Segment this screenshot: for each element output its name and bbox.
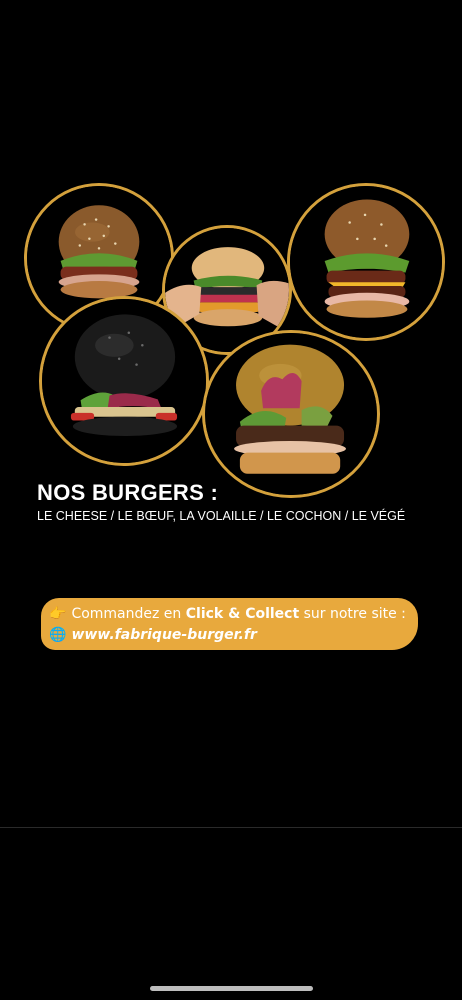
- burgers-title: NOS BURGERS :: [37, 480, 219, 505]
- divider: [0, 827, 462, 828]
- home-indicator[interactable]: [150, 986, 313, 991]
- burger-photo-4: [39, 296, 209, 466]
- website-line: 🌐 www.fabrique-burger.fr: [49, 625, 410, 646]
- order-banner[interactable]: 👉 Commandez en Click & Collect sur notre …: [41, 598, 418, 650]
- globe-icon: 🌐: [49, 627, 67, 643]
- click-collect-text: Click & Collect: [185, 606, 300, 622]
- burger-photo-5: [202, 330, 380, 498]
- order-text-post: sur notre site :: [303, 606, 406, 622]
- pointing-hand-icon: 👉: [49, 606, 67, 622]
- order-line: 👉 Commandez en Click & Collect sur notre …: [49, 604, 410, 625]
- promo-image: [0, 0, 462, 830]
- order-text-pre: Commandez en: [71, 606, 182, 622]
- burger-photo-3: [287, 183, 445, 341]
- burgers-subtitle: LE CHEESE / LE BŒUF, LA VOLAILLE / LE CO…: [37, 509, 406, 523]
- website-link[interactable]: www.fabrique-burger.fr: [71, 627, 256, 643]
